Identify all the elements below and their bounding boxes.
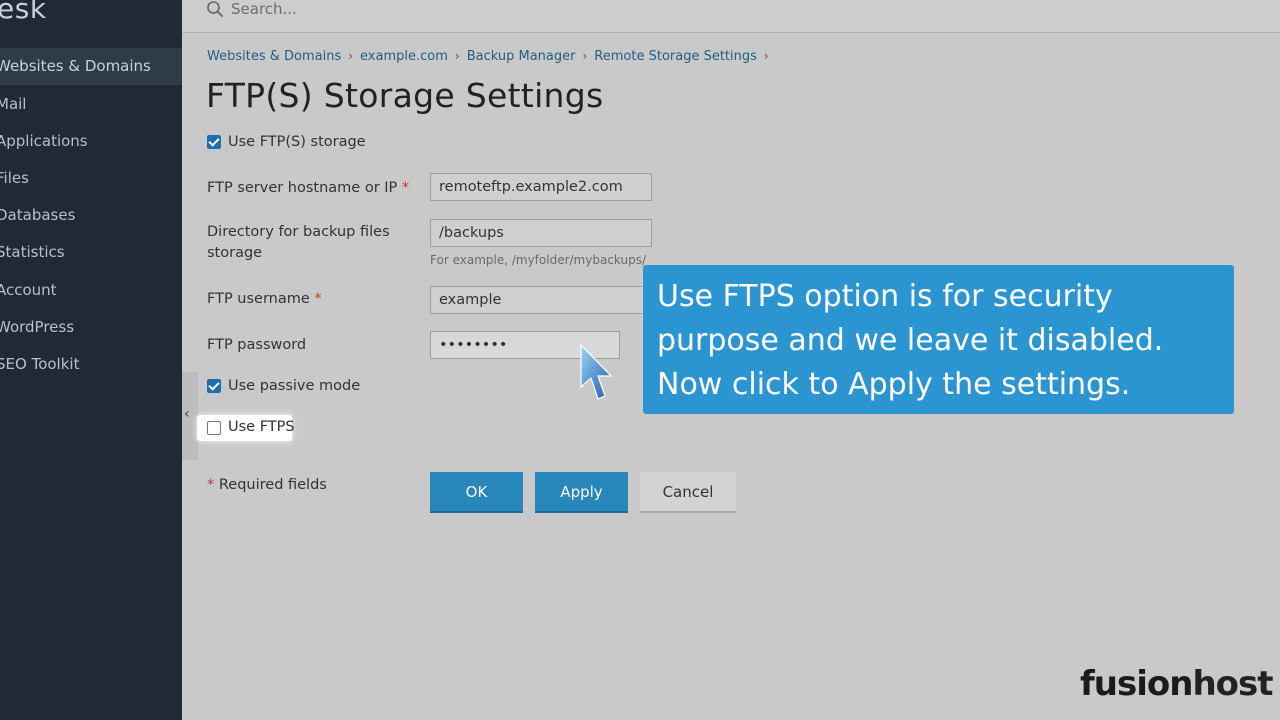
sidebar: esk Websites & Domains Mail Applications… xyxy=(0,0,182,720)
username-label: FTP username * xyxy=(207,291,322,307)
search-icon xyxy=(207,1,223,17)
use-ftp-storage-label: Use FTP(S) storage xyxy=(228,134,366,150)
brand-title: esk xyxy=(0,0,47,25)
ok-button[interactable]: OK xyxy=(430,472,523,513)
breadcrumb-separator: › xyxy=(582,49,588,63)
directory-hint: For example, /myfolder/mybackups/ xyxy=(430,253,647,267)
sidebar-item-applications[interactable]: Applications xyxy=(0,123,182,160)
breadcrumb-example-com[interactable]: example.com xyxy=(360,49,448,64)
password-label: FTP password xyxy=(207,337,307,353)
required-fields-note: * Required fields xyxy=(207,477,327,493)
search-input[interactable] xyxy=(231,0,631,19)
username-input[interactable] xyxy=(430,286,652,314)
use-ftp-storage-checkbox[interactable] xyxy=(207,135,221,149)
breadcrumb: Websites & Domains › example.com › Backup Ma… xyxy=(207,49,776,64)
sidebar-item-websites-domains[interactable]: Websites & Domains xyxy=(0,48,182,85)
passive-mode-checkbox[interactable] xyxy=(207,379,221,393)
breadcrumb-separator: › xyxy=(454,49,460,63)
mouse-cursor-icon xyxy=(580,343,613,400)
use-ftps-checkbox[interactable] xyxy=(207,421,221,435)
required-mark: * xyxy=(314,291,322,307)
sidebar-item-mail[interactable]: Mail xyxy=(0,86,182,123)
directory-label-line1: Directory for backup files xyxy=(207,224,390,240)
breadcrumb-separator: › xyxy=(348,49,354,63)
sidebar-item-files[interactable]: Files xyxy=(0,160,182,197)
required-mark: * xyxy=(401,180,410,196)
chevron-left-icon[interactable]: ‹ xyxy=(184,406,190,422)
directory-input[interactable] xyxy=(430,219,652,247)
apply-button[interactable]: Apply xyxy=(535,472,628,513)
use-ftps-label: Use FTPS xyxy=(228,419,295,435)
directory-label-line2: storage xyxy=(207,245,263,261)
breadcrumb-websites-domains[interactable]: Websites & Domains xyxy=(207,49,341,64)
page-title: FTP(S) Storage Settings xyxy=(206,76,604,115)
top-bar xyxy=(182,0,1280,33)
fusionhost-logo: fusionhost xyxy=(1080,664,1274,704)
passive-mode-label: Use passive mode xyxy=(228,378,361,394)
cancel-button[interactable]: Cancel xyxy=(640,472,736,513)
sidebar-item-seo-toolkit[interactable]: SEO Toolkit xyxy=(0,346,182,383)
breadcrumb-remote-storage-settings[interactable]: Remote Storage Settings xyxy=(594,49,757,64)
breadcrumb-backup-manager[interactable]: Backup Manager xyxy=(467,49,576,64)
breadcrumb-separator: › xyxy=(763,49,769,63)
hostname-label: FTP server hostname or IP * xyxy=(207,180,410,196)
sidebar-item-wordpress[interactable]: WordPress xyxy=(0,309,182,346)
sidebar-item-account[interactable]: Account xyxy=(0,272,182,309)
tutorial-callout: Use FTPS option is for security purpose … xyxy=(643,265,1234,414)
sidebar-item-statistics[interactable]: Statistics xyxy=(0,234,182,271)
hostname-input[interactable] xyxy=(430,173,652,201)
sidebar-item-databases[interactable]: Databases xyxy=(0,197,182,234)
